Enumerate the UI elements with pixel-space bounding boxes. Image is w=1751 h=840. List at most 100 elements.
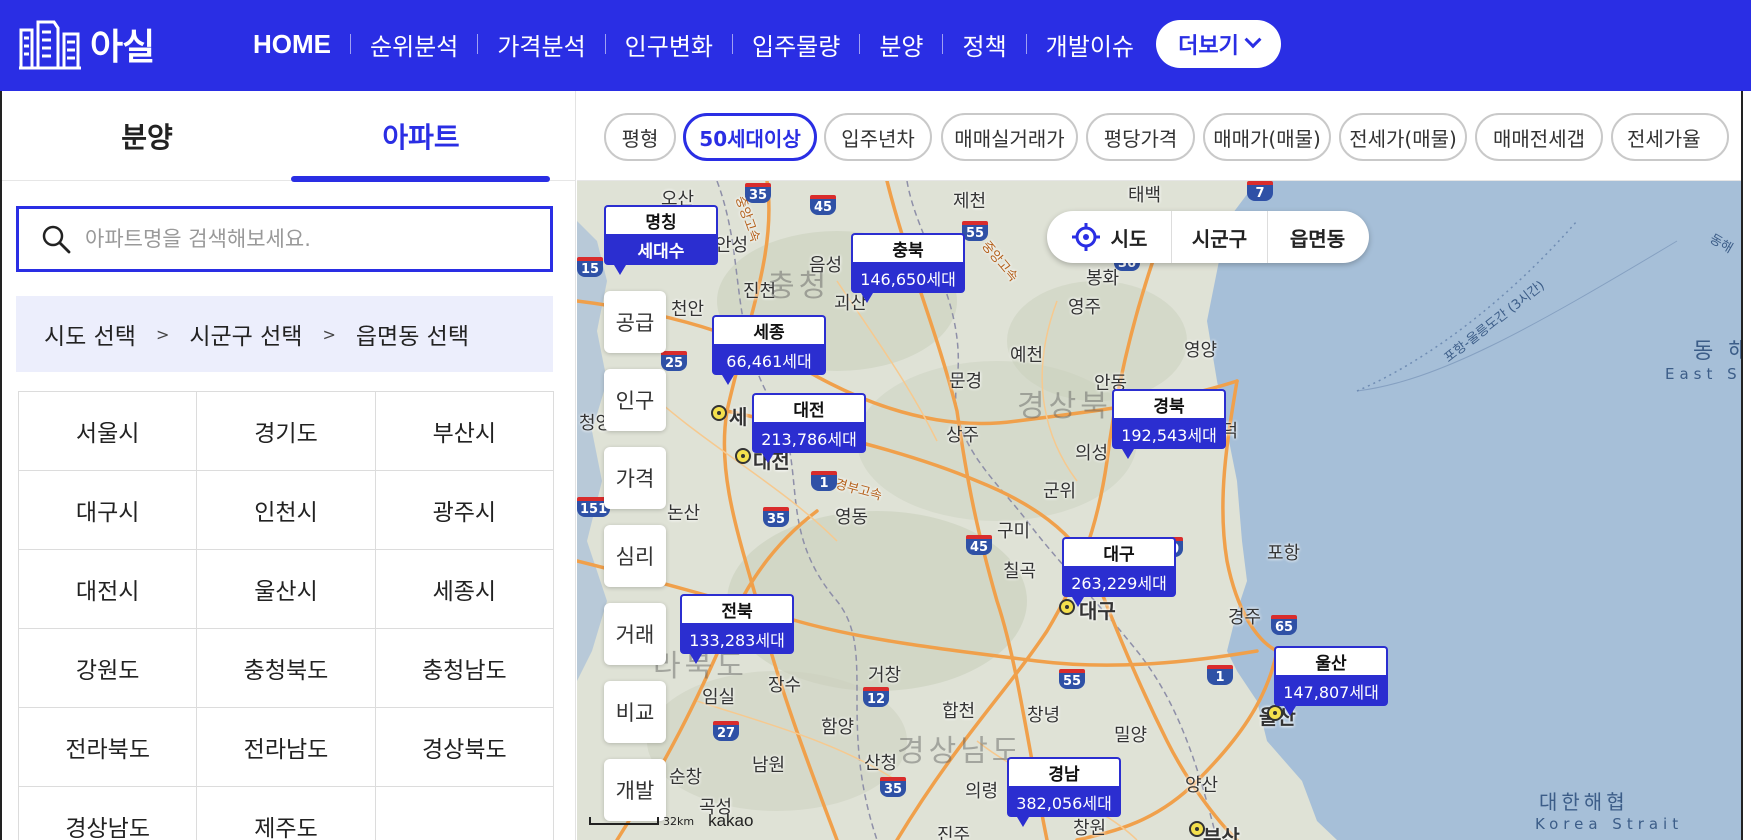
side-button-transaction[interactable]: 거래 bbox=[604, 603, 666, 665]
region-cell[interactable]: 충청북도 bbox=[197, 629, 376, 708]
city-marker bbox=[1189, 821, 1205, 837]
nav-home[interactable]: HOME bbox=[251, 29, 333, 60]
chip-move-in-year[interactable]: 입주년차 bbox=[824, 113, 932, 161]
region-cell[interactable]: 전라남도 bbox=[197, 708, 376, 787]
map-view[interactable]: 오산 안성 제천 태백 음성 진천 괴산 봉화 영주 천안 예천 영양 문경 안… bbox=[577, 181, 1741, 840]
region-cell[interactable]: 경기도 bbox=[197, 392, 376, 471]
chip-sale-jeonse-gap[interactable]: 매매전세갭 bbox=[1475, 113, 1603, 161]
region-marker-jeonbuk[interactable]: 전북 133,283세대 bbox=[680, 594, 794, 664]
marker-value: 146,650세대 bbox=[851, 262, 965, 293]
region-cell[interactable]: 제주도 bbox=[197, 787, 376, 840]
place-label: 문경 bbox=[949, 371, 983, 392]
chip-jeonse-ratio[interactable]: 전세가율 bbox=[1611, 113, 1729, 161]
marker-pointer bbox=[861, 293, 873, 303]
region-cell[interactable]: 경상북도 bbox=[375, 708, 554, 787]
place-label: 세 bbox=[729, 405, 748, 429]
place-label: 함양 bbox=[821, 717, 855, 738]
chip-price-per-pyeong[interactable]: 평당가격 bbox=[1086, 113, 1195, 161]
chip-jeonse-listing[interactable]: 전세가(매물) bbox=[1339, 113, 1467, 161]
route-shield: 55 bbox=[1059, 669, 1085, 689]
region-marker-gyeongbuk[interactable]: 경북 192,543세대 bbox=[1112, 389, 1226, 459]
region-marker-chungbuk[interactable]: 충북 146,650세대 bbox=[851, 233, 965, 303]
nav-policy[interactable]: 정책 bbox=[960, 27, 1008, 62]
region-cell[interactable]: 서울시 bbox=[19, 392, 198, 471]
region-cell[interactable]: 강원도 bbox=[19, 629, 198, 708]
region-marker-daegu[interactable]: 대구 263,229세대 bbox=[1062, 537, 1176, 607]
place-label: 영양 bbox=[1184, 340, 1218, 361]
marker-value: 213,786세대 bbox=[752, 422, 866, 453]
place-label: 창원 bbox=[1073, 818, 1107, 839]
search-icon bbox=[42, 225, 71, 254]
tab-apartment[interactable]: 아파트 bbox=[292, 91, 550, 181]
chip-50-households[interactable]: 50세대이상 bbox=[683, 113, 817, 161]
chip-sale-listing[interactable]: 매매가(매물) bbox=[1203, 113, 1331, 161]
window-edge bbox=[1741, 91, 1751, 840]
apartment-search-box[interactable] bbox=[16, 206, 553, 272]
nav-supply[interactable]: 입주물량 bbox=[750, 27, 842, 62]
map-attribution[interactable]: kakao bbox=[708, 811, 753, 831]
place-label: 의령 bbox=[965, 781, 999, 802]
region-row: 대전시 울산시 세종시 bbox=[19, 550, 554, 629]
nav-price[interactable]: 가격분석 bbox=[495, 27, 587, 62]
main-nav: HOME 순위분석 가격분석 인구변화 입주물량 분양 정책 개발이슈 bbox=[251, 0, 1136, 88]
marker-value: 133,283세대 bbox=[680, 623, 794, 654]
level-sigungu-button[interactable]: 시군구 bbox=[1171, 211, 1267, 263]
region-cell[interactable]: 울산시 bbox=[197, 550, 376, 629]
breadcrumb-sigungu[interactable]: 시군구 선택 bbox=[189, 317, 302, 351]
level-sido-button[interactable]: 시도 bbox=[1047, 211, 1171, 263]
region-cell[interactable]: 광주시 bbox=[375, 471, 554, 550]
region-cell[interactable]: 경상남도 bbox=[19, 787, 198, 840]
place-label: 예천 bbox=[1010, 345, 1044, 366]
region-marker-ulsan[interactable]: 울산 147,807세대 bbox=[1274, 646, 1388, 716]
chip-size[interactable]: 평형 bbox=[604, 113, 676, 161]
nav-divider bbox=[477, 34, 479, 54]
route-shield: 7 bbox=[1247, 181, 1273, 201]
region-cell[interactable]: 인천시 bbox=[197, 471, 376, 550]
level-eupmyeondong-button[interactable]: 읍면동 bbox=[1267, 211, 1367, 263]
place-label: 양산 bbox=[1185, 775, 1219, 796]
sea-label: East S bbox=[1665, 365, 1741, 383]
breadcrumb-separator: > bbox=[322, 324, 336, 344]
chevron-down-icon bbox=[1244, 31, 1262, 49]
nav-ranking[interactable]: 순위분석 bbox=[368, 27, 460, 62]
side-button-supply[interactable]: 공급 bbox=[604, 291, 666, 353]
region-cell[interactable]: 대전시 bbox=[19, 550, 198, 629]
marker-pointer bbox=[690, 654, 702, 664]
side-button-population[interactable]: 인구 bbox=[604, 369, 666, 431]
apartment-search-input[interactable] bbox=[85, 227, 515, 251]
region-cell[interactable]: 세종시 bbox=[375, 550, 554, 629]
chip-actual-price[interactable]: 매매실거래가 bbox=[941, 113, 1078, 161]
region-cell[interactable]: 대구시 bbox=[19, 471, 198, 550]
region-marker-gyeongnam[interactable]: 경남 382,056세대 bbox=[1007, 757, 1121, 827]
side-button-sentiment[interactable]: 심리 bbox=[604, 525, 666, 587]
nav-presale[interactable]: 분양 bbox=[877, 27, 925, 62]
region-row: 전라북도 전라남도 경상북도 bbox=[19, 708, 554, 787]
breadcrumb-eupmyeondong[interactable]: 읍면동 선택 bbox=[356, 317, 469, 351]
side-button-price[interactable]: 가격 bbox=[604, 447, 666, 509]
region-marker-daejeon[interactable]: 대전 213,786세대 bbox=[752, 393, 866, 463]
marker-pointer bbox=[722, 375, 734, 385]
nav-divider bbox=[731, 34, 733, 54]
logo[interactable]: 아실 bbox=[18, 16, 155, 72]
breadcrumb-sido[interactable]: 시도 선택 bbox=[44, 317, 136, 351]
nav-development[interactable]: 개발이슈 bbox=[1044, 27, 1136, 62]
region-cell[interactable]: 부산시 bbox=[375, 392, 554, 471]
nav-population[interactable]: 인구변화 bbox=[623, 27, 715, 62]
region-cell[interactable]: 충청남도 bbox=[375, 629, 554, 708]
place-label: 진주 bbox=[937, 825, 971, 840]
top-header: 아실 HOME 순위분석 가격분석 인구변화 입주물량 분양 정책 개발이슈 더… bbox=[0, 0, 1751, 91]
marker-name: 경북 bbox=[1112, 389, 1226, 418]
crosshair-icon bbox=[1071, 223, 1100, 251]
more-button[interactable]: 더보기 bbox=[1156, 20, 1281, 68]
region-marker-sejong[interactable]: 세종 66,461세대 bbox=[712, 315, 826, 385]
marker-value: 192,543세대 bbox=[1112, 418, 1226, 449]
tab-presale[interactable]: 분양 bbox=[2, 91, 292, 181]
mode-tabs: 분양 아파트 bbox=[2, 91, 575, 182]
marker-name: 대전 bbox=[752, 393, 866, 422]
city-marker bbox=[735, 448, 751, 464]
side-button-compare[interactable]: 비교 bbox=[604, 681, 666, 743]
nav-divider bbox=[1025, 34, 1027, 54]
marker-value: 147,807세대 bbox=[1274, 675, 1388, 706]
region-cell[interactable]: 전라북도 bbox=[19, 708, 198, 787]
region-breadcrumb: 시도 선택 > 시군구 선택 > 읍면동 선택 bbox=[16, 296, 553, 372]
